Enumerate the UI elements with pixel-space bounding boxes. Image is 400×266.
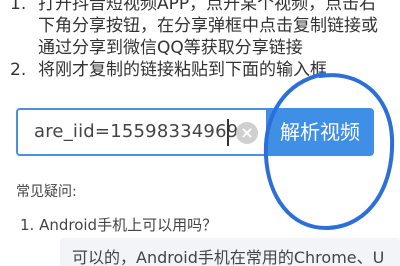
faq-answer: 可以的，Android手机在常用的Chrome、U [60,238,400,266]
step-number: 2. [10,60,27,80]
step-line: 下角分享按钮，在分享弹框中点击复制链接或 [38,16,378,36]
step-1: 1. 打开抖音短视频APP，点开某个视频，点击右 下角分享按钮，在分享弹框中点击… [10,0,400,59]
link-search-bar: are_iid=15598334969 × 解析视频 [16,108,400,156]
step-line: 通过分享到微信QQ等获取分享链接 [38,38,303,58]
close-circle-icon[interactable]: × [236,122,258,144]
link-input[interactable]: are_iid=15598334969 × [16,108,266,156]
faq-title: 常见疑问: [16,184,77,200]
step-line: 打开抖音短视频APP，点开某个视频，点击右 [38,0,377,14]
link-input-value[interactable]: are_iid=15598334969 [34,110,238,154]
parse-video-button[interactable]: 解析视频 [266,108,374,156]
text-caret [227,119,229,146]
instructions-list: 1. 打开抖音短视频APP，点开某个视频，点击右 下角分享按钮，在分享弹框中点击… [10,0,400,81]
step-number: 1. [10,0,27,14]
step-text: 将刚才复制的链接粘贴到下面的输入框 [38,59,400,81]
faq-question: 1. Android手机上可以用吗？ [20,216,218,234]
step-line: 将刚才复制的链接粘贴到下面的输入框 [38,60,327,80]
step-text: 打开抖音短视频APP，点开某个视频，点击右 下角分享按钮，在分享弹框中点击复制链… [38,0,400,59]
step-2: 2. 将刚才复制的链接粘贴到下面的输入框 [10,59,400,81]
